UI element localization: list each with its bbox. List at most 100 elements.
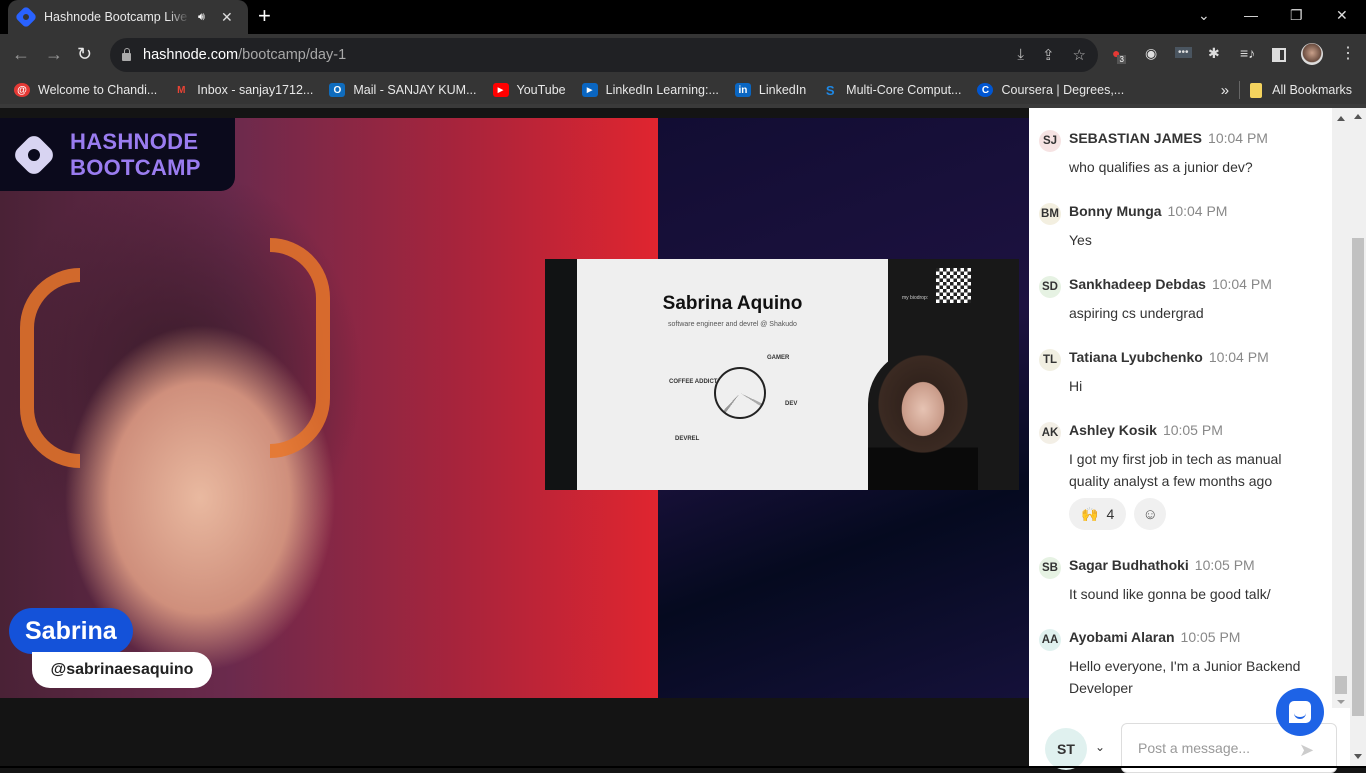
pie-label: GAMER	[767, 355, 790, 361]
tab-search-icon[interactable]: ⌄	[1198, 0, 1210, 30]
message-time: 10:04 PM	[1208, 130, 1268, 146]
chat-message-list[interactable]: SJ SEBASTIAN JAMES 10:04 PM who qualifies…	[1029, 108, 1332, 708]
extension-ear-icon[interactable]: ◉	[1145, 45, 1157, 62]
bookmark-item[interactable]: in LinkedIn	[734, 83, 806, 97]
bookmarks-overflow-button[interactable]: »	[1221, 82, 1229, 99]
message-text: aspiring cs undergrad	[1069, 305, 1204, 321]
extension-red-icon[interactable]: ●3	[1112, 45, 1129, 64]
hashnode-icon	[14, 5, 38, 29]
chat-bubble-icon	[1289, 701, 1311, 723]
restore-button[interactable]: ❐	[1290, 0, 1303, 30]
close-window-button[interactable]: ✕	[1336, 0, 1348, 30]
my-avatar[interactable]: ST	[1045, 728, 1087, 770]
author-name[interactable]: Bonny Munga	[1069, 203, 1162, 219]
bookmark-s-icon: S	[825, 82, 835, 98]
bookmark-label: LinkedIn Learning:...	[605, 83, 719, 97]
scroll-down-arrow[interactable]	[1337, 700, 1345, 704]
all-bookmarks-button[interactable]: All Bookmarks	[1272, 83, 1352, 97]
bookmark-label: Multi-Core Comput...	[846, 83, 962, 97]
author-name[interactable]: Tatiana Lyubchenko	[1069, 349, 1203, 365]
author-name[interactable]: Sankhadeep Debdas	[1069, 276, 1206, 292]
side-panel-icon[interactable]	[1272, 48, 1286, 62]
bookmarks-bar: @ Welcome to Chandi... M Inbox - sanjay171…	[0, 76, 1366, 104]
bookmark-item[interactable]: @ Welcome to Chandi...	[14, 83, 157, 97]
address-bar[interactable]: hashnode.com /bootcamp/day-1 ⤓ ⇪ ☆	[110, 38, 1098, 72]
pie-sketch	[714, 367, 766, 419]
video-player[interactable]: HASHNODE BOOTCAMP Sabrina Aquino softwar…	[0, 118, 1029, 698]
message-text: I got my first job in tech as manual qua…	[1069, 451, 1282, 489]
bookmark-item[interactable]: ▶ YouTube	[492, 83, 566, 97]
new-tab-button[interactable]: +	[258, 5, 271, 27]
profile-avatar[interactable]	[1301, 43, 1323, 65]
gmail-icon: M	[177, 84, 186, 96]
support-chat-button[interactable]	[1276, 688, 1324, 736]
page-scrollbar[interactable]	[1350, 108, 1366, 766]
page-scrollbar-thumb[interactable]	[1352, 238, 1364, 716]
scroll-up-arrow[interactable]	[1337, 116, 1345, 121]
bookmark-favicon-icon: @	[14, 83, 30, 97]
bookmark-item[interactable]: ▶ LinkedIn Learning:...	[581, 83, 719, 97]
bookmark-label: YouTube	[516, 83, 566, 97]
bookmark-label: Coursera | Degrees,...	[1001, 83, 1125, 97]
scroll-down-arrow[interactable]	[1354, 754, 1362, 759]
share-icon[interactable]: ⇪	[1042, 46, 1055, 64]
scroll-up-arrow[interactable]	[1354, 114, 1362, 119]
slide-title: Sabrina Aquino	[662, 293, 803, 314]
minimize-button[interactable]: —	[1244, 0, 1258, 30]
avatar: SB	[1039, 557, 1061, 579]
pie-label: COFFEE ADDICT	[669, 379, 718, 385]
forward-button[interactable]: →	[45, 44, 63, 64]
qr-code	[936, 268, 971, 303]
tab-close-icon[interactable]: ✕	[221, 9, 233, 26]
avatar: TL	[1039, 349, 1061, 371]
author-name[interactable]: Ashley Kosik	[1069, 422, 1157, 438]
message-time: 10:05 PM	[1194, 557, 1255, 573]
author-name[interactable]: SEBASTIAN JAMES	[1069, 130, 1202, 146]
reaction-pill[interactable]: 🙌 4	[1069, 498, 1127, 530]
linkedin-icon: in	[734, 83, 751, 97]
bookmark-item[interactable]: S Multi-Core Comput...	[822, 82, 962, 98]
message-text: It sound like gonna be good talk/	[1069, 586, 1271, 602]
author-name[interactable]: Sagar Budhathoki	[1069, 557, 1189, 573]
bookmark-item[interactable]: O Mail - SANJAY KUM...	[329, 83, 477, 97]
tab-active[interactable]: Hashnode Bootcamp Live Stream 🔊︎ ✕	[8, 0, 248, 34]
slide-content: Sabrina Aquino software engineer and dev…	[577, 259, 888, 490]
pie-label: DEV	[785, 401, 798, 407]
install-icon[interactable]: ⤓	[1017, 46, 1024, 64]
send-icon[interactable]: ➤	[1299, 740, 1314, 761]
chat-scrollbar-thumb[interactable]	[1335, 676, 1347, 694]
star-icon[interactable]: ☆	[1073, 46, 1086, 64]
author-name[interactable]: Ayobami Alaran	[1069, 629, 1175, 645]
add-reaction-button[interactable]: ☺	[1134, 498, 1167, 530]
url-path: /bootcamp/day-1	[238, 47, 347, 63]
media-queue-icon[interactable]: ≡♪	[1240, 45, 1255, 61]
chevron-down-icon[interactable]: ⌄	[1095, 740, 1105, 754]
reaction-count: 4	[1106, 506, 1115, 522]
chat-scrollbar[interactable]	[1332, 108, 1350, 708]
message-text: Hello everyone, I'm a Junior Backend Dev…	[1069, 658, 1301, 696]
bookmark-item[interactable]: M Inbox - sanjay1712...	[173, 83, 313, 97]
bookmark-label: Inbox - sanjay1712...	[197, 83, 314, 97]
hashnode-bootcamp-logo: HASHNODE BOOTCAMP	[0, 118, 235, 191]
avatar: AA	[1039, 629, 1061, 651]
message-text: Hi	[1069, 378, 1083, 394]
bookmark-label: Mail - SANJAY KUM...	[353, 83, 477, 97]
speaker-icon[interactable]: 🔊︎	[198, 11, 205, 24]
lock-icon[interactable]	[122, 48, 131, 61]
message-time: 10:04 PM	[1208, 349, 1269, 365]
tab-title: Hashnode Bootcamp Live Stream	[44, 10, 190, 24]
message-time: 10:05 PM	[1162, 422, 1223, 438]
bookmark-item[interactable]: C Coursera | Degrees,...	[977, 83, 1124, 97]
chat-panel: SJ SEBASTIAN JAMES 10:04 PM who qualifies…	[1029, 108, 1350, 773]
menu-kebab-icon[interactable]: ⋮	[1340, 43, 1356, 63]
reload-button[interactable]: ↻	[77, 44, 92, 64]
bookmark-label: Welcome to Chandi...	[38, 83, 158, 97]
qr-caption: my biodrop:	[902, 295, 929, 301]
puzzle-icon[interactable]: ✱	[1208, 45, 1220, 62]
pie-label: DEVREL	[675, 436, 700, 442]
extension-dots-icon[interactable]: •••	[1175, 47, 1192, 58]
back-button[interactable]: ←	[12, 44, 30, 64]
slide-sidebar: my biodrop:	[868, 259, 1019, 490]
tab-strip: Hashnode Bootcamp Live Stream 🔊︎ ✕ + ⌄ —…	[0, 0, 1366, 34]
message-time: 10:04 PM	[1211, 276, 1272, 292]
